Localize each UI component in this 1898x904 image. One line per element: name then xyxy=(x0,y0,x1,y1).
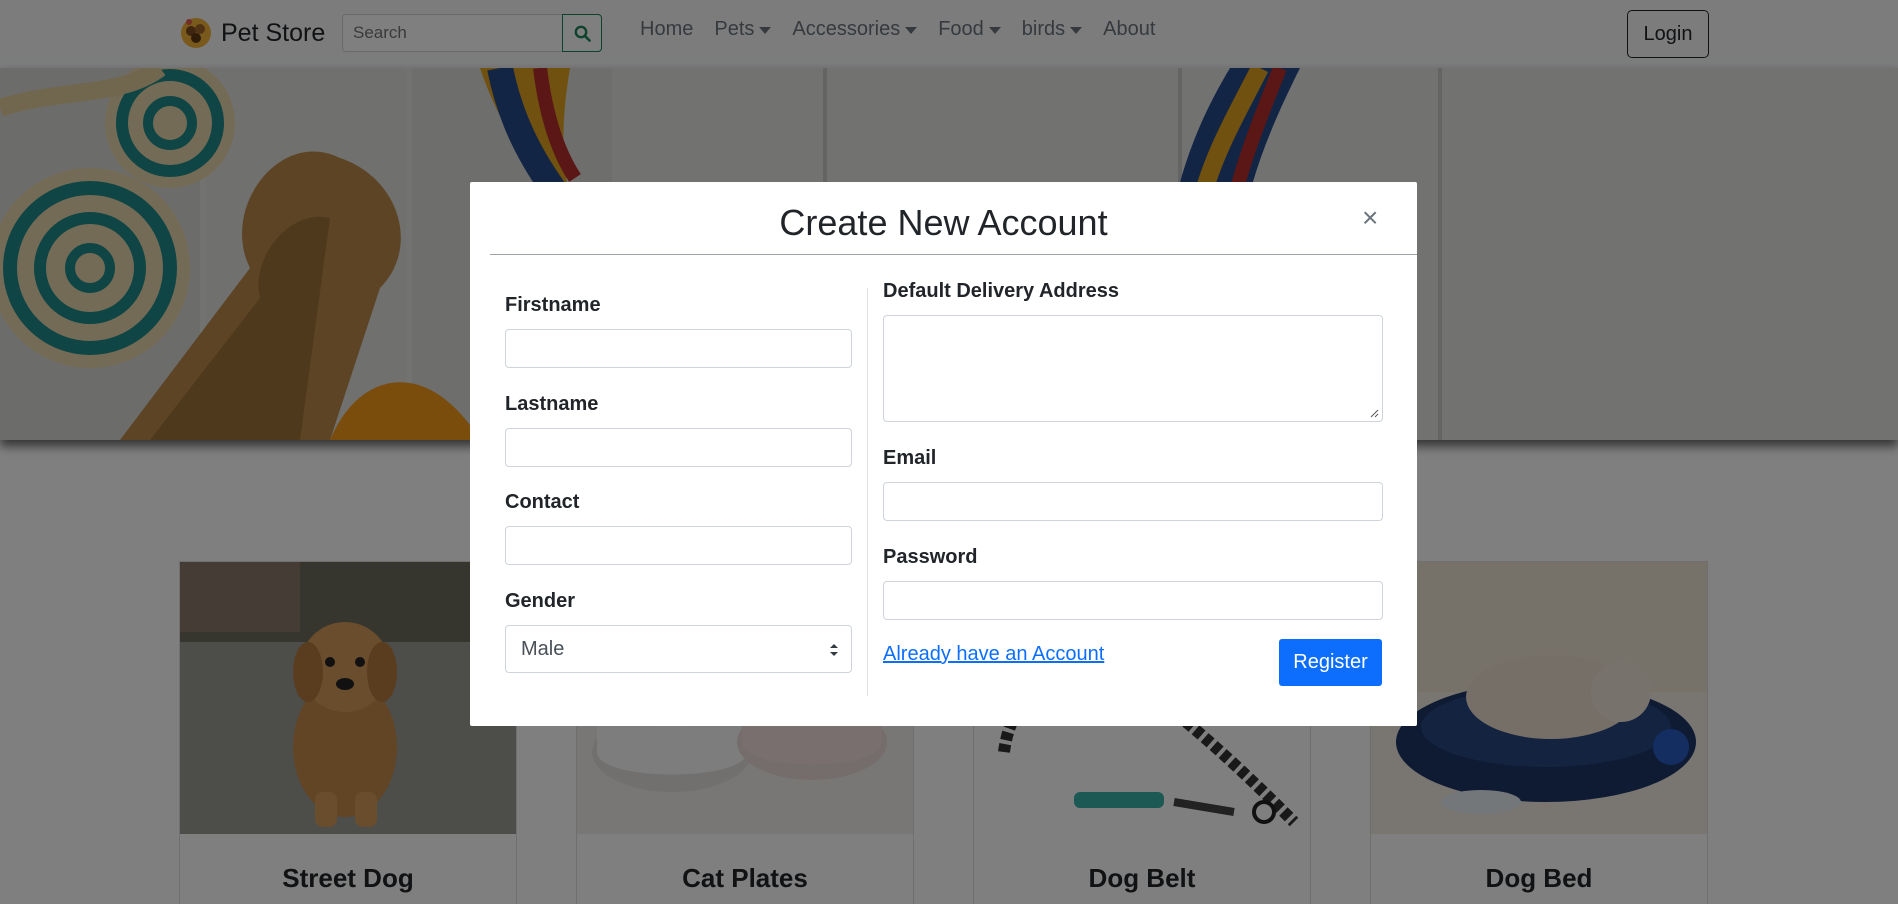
modal-title: Create New Account xyxy=(779,202,1108,243)
create-account-modal: Create New Account × Firstname Lastname … xyxy=(470,182,1417,726)
gender-select-value: Male xyxy=(521,637,565,660)
email-field[interactable] xyxy=(883,482,1383,521)
select-arrows-icon xyxy=(830,644,838,656)
email-label: Email xyxy=(883,447,937,469)
column-divider xyxy=(867,288,868,696)
address-textarea[interactable] xyxy=(883,315,1383,422)
lastname-label: Lastname xyxy=(505,393,599,415)
resize-handle-icon[interactable] xyxy=(1370,409,1379,418)
address-label: Default Delivery Address xyxy=(883,280,1120,302)
close-icon[interactable]: × xyxy=(1362,204,1378,232)
password-label: Password xyxy=(883,546,978,568)
password-field[interactable] xyxy=(883,581,1383,620)
register-button[interactable]: Register xyxy=(1279,639,1382,686)
gender-select[interactable]: Male xyxy=(505,625,852,673)
gender-label: Gender xyxy=(505,590,576,612)
lastname-field[interactable] xyxy=(505,428,852,467)
firstname-field[interactable] xyxy=(505,329,852,368)
contact-label: Contact xyxy=(505,491,580,513)
firstname-label: Firstname xyxy=(505,294,601,316)
contact-field[interactable] xyxy=(505,526,852,565)
header-divider xyxy=(490,254,1417,255)
already-have-account-link[interactable]: Already have an Account xyxy=(883,643,1104,666)
